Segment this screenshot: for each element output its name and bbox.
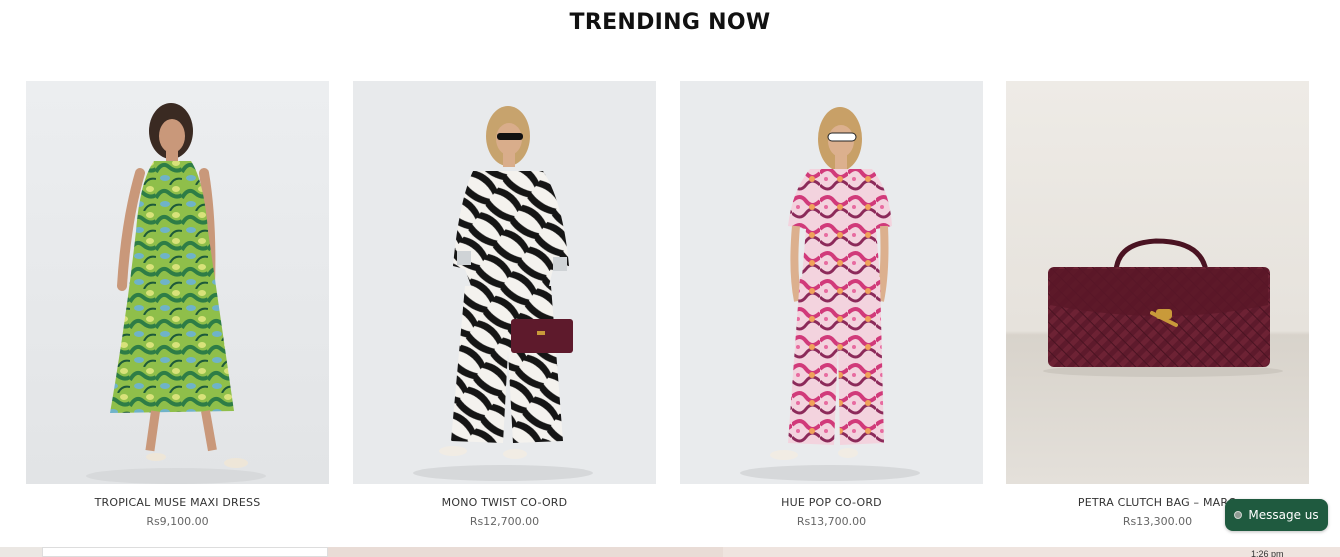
product-card[interactable]: TROPICAL MUSE MAXI DRESS Rs9,100.00	[26, 81, 329, 541]
product-name[interactable]: HUE POP CO-ORD	[680, 496, 983, 509]
message-us-button[interactable]: Message us	[1225, 499, 1328, 531]
banner-segment	[42, 547, 328, 557]
product-name[interactable]: TROPICAL MUSE MAXI DRESS	[26, 496, 329, 509]
product-grid: TROPICAL MUSE MAXI DRESS Rs9,100.00 MONO…	[0, 81, 1340, 541]
product-price: Rs9,100.00	[146, 515, 209, 528]
product-image[interactable]	[353, 81, 656, 484]
product-card[interactable]: MONO TWIST CO-ORD Rs12,700.00	[353, 81, 656, 541]
next-section-preview	[0, 547, 1340, 557]
product-photo-mono-coord	[353, 81, 656, 484]
product-card[interactable]: PETRA CLUTCH BAG – MARO Rs13,300.00	[1006, 81, 1309, 541]
banner-segment	[0, 547, 42, 557]
banner-segment	[328, 547, 723, 557]
product-image[interactable]	[1006, 81, 1309, 484]
product-photo-clutch-bag	[1006, 81, 1309, 484]
product-price: Rs13,700.00	[796, 515, 867, 528]
banner-segment	[723, 547, 1340, 557]
message-us-label: Message us	[1248, 508, 1319, 522]
product-card[interactable]: HUE POP CO-ORD Rs13,700.00	[680, 81, 983, 541]
section-title: TRENDING NOW	[569, 10, 771, 35]
product-image[interactable]	[26, 81, 329, 484]
product-price: Rs12,700.00	[469, 515, 540, 528]
product-image[interactable]	[680, 81, 983, 484]
product-photo-hue-pop-coord	[680, 81, 983, 484]
status-dot-icon	[1234, 511, 1243, 519]
product-photo-tropical-dress	[26, 81, 329, 484]
product-name[interactable]: MONO TWIST CO-ORD	[353, 496, 656, 509]
system-clock: 1:26 pm	[1251, 549, 1284, 557]
